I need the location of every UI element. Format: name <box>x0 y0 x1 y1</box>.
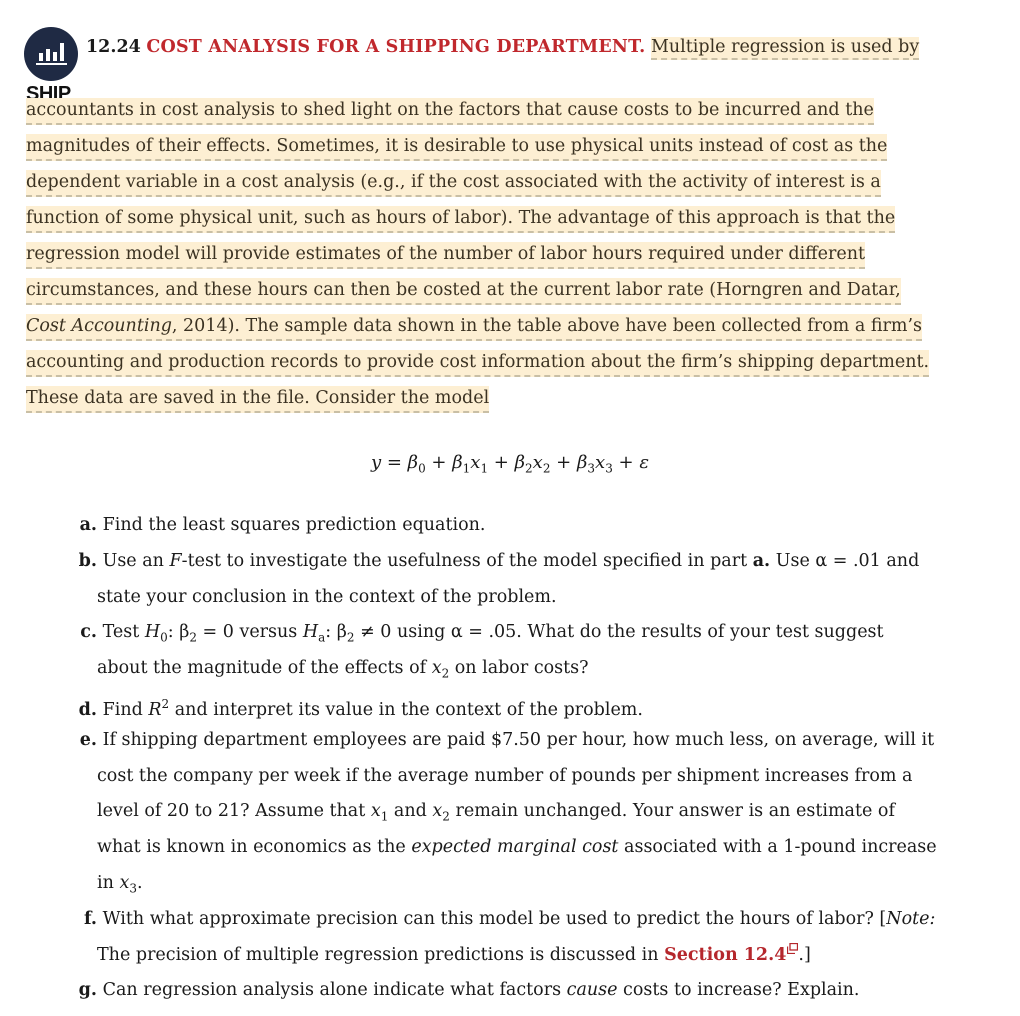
part-letter: f. <box>84 908 97 929</box>
section-link[interactable]: Section 12.4 <box>664 945 786 965</box>
citation-title: Cost Accounting <box>26 316 172 336</box>
part-letter: d. <box>78 699 97 720</box>
part-text: costs to increase? Explain. <box>617 980 860 1001</box>
highlighted-text[interactable]: magnitudes of their effects. Sometimes, … <box>26 134 888 161</box>
part-text: : β <box>325 622 347 643</box>
emphasized-term: cause <box>566 980 618 1001</box>
part-f-continued: The precision of multiple regression pre… <box>74 940 974 976</box>
exercise-page: SHIP 12.24 COST ANALYSIS FOR A SHIPPING … <box>0 0 1020 1016</box>
null-hypothesis: H0 <box>144 622 168 645</box>
part-f: f. With what approximate precision can t… <box>74 904 974 940</box>
part-text: and <box>388 801 433 822</box>
part-text: about the magnitude of the effects of <box>97 658 432 679</box>
highlighted-text[interactable]: function of some physical unit, such as … <box>26 206 896 233</box>
part-letter: a. <box>79 515 97 535</box>
highlighted-text[interactable]: Cost Accounting, 2014). The sample data … <box>26 314 923 341</box>
part-text: The precision of multiple regression pre… <box>97 944 665 965</box>
part-text: what is known in economics as the <box>97 837 412 858</box>
exercise-number: 12.24 <box>86 37 141 57</box>
part-text: ≠ 0 using α = .05. What do the results o… <box>354 622 884 643</box>
highlighted-text[interactable]: accountants in cost analysis to shed lig… <box>26 98 874 125</box>
part-text: With what approximate precision can this… <box>102 908 887 929</box>
part-e-continued: what is known in economics as the expect… <box>74 832 974 868</box>
part-text: F <box>169 550 182 571</box>
part-e-continued: in x3. <box>97 872 143 896</box>
part-text: -test to investigate the usefulness of t… <box>181 550 753 571</box>
intro-paragraph: accountants in cost analysis to shed lig… <box>26 96 986 420</box>
part-c-continued: about the magnitude of the effects of x2… <box>97 658 589 681</box>
part-text: Find <box>102 699 149 720</box>
highlighted-text[interactable]: These data are saved in the file. Consid… <box>26 386 490 413</box>
part-g: g. Can regression analysis alone indicat… <box>74 975 974 1011</box>
highlighted-text[interactable]: accounting and production records to pro… <box>26 350 930 377</box>
part-text: Use an <box>102 550 170 571</box>
highlighted-text[interactable]: dependent variable in a cost analysis (e… <box>26 170 881 197</box>
part-letter: c. <box>80 622 97 643</box>
alt-hypothesis: Ha <box>302 622 326 645</box>
part-a: a. Find the least squares prediction equ… <box>74 510 974 546</box>
part-text: : β <box>167 622 190 643</box>
part-text: and interpret its value in the context o… <box>169 699 643 720</box>
part-text: Use α = .01 and <box>770 550 920 571</box>
part-e: e. If shipping department employees are … <box>74 725 974 761</box>
part-text: Can regression analysis alone indicate w… <box>102 980 567 1001</box>
part-text: cost the company per week if the average… <box>97 765 913 786</box>
part-text: level of 20 to 21? Assume that <box>97 801 371 822</box>
part-letter: b. <box>78 550 97 571</box>
part-text: state your conclusion in the context of … <box>97 586 557 607</box>
part-letter: g. <box>78 980 97 1001</box>
part-text: Find the least squares prediction equati… <box>102 515 486 535</box>
part-e-continued: cost the company per week if the average… <box>74 761 974 797</box>
part-letter: e. <box>79 729 97 750</box>
part-text: remain unchanged. Your answer is an esti… <box>449 801 895 822</box>
part-e-continued: level of 20 to 21? Assume that x1 and x2… <box>97 801 895 824</box>
highlighted-text[interactable]: Multiple regression is used by <box>650 37 920 60</box>
part-text: associated with a 1-pound increase <box>618 837 937 858</box>
part-text: Test <box>102 622 145 643</box>
data-file-badge[interactable]: SHIP <box>24 27 78 106</box>
part-text: on labor costs? <box>449 658 589 679</box>
external-link-icon[interactable] <box>787 942 799 954</box>
part-text: in <box>97 872 120 893</box>
part-d: d. Find R2 and interpret its value in th… <box>74 689 974 725</box>
part-c: c. Test H0: β2 = 0 versus Ha: β2 ≠ 0 usi… <box>74 617 974 653</box>
part-b-continued: state your conclusion in the context of … <box>74 582 974 618</box>
part-text: .] <box>798 944 811 965</box>
bar-chart-icon <box>24 27 78 81</box>
note-label: Note: <box>886 908 936 929</box>
part-b: b. Use an F-test to investigate the usef… <box>74 546 974 582</box>
question-parts: a. Find the least squares prediction equ… <box>74 510 974 1011</box>
part-text: = 0 versus <box>196 622 303 643</box>
highlighted-text[interactable]: circumstances, and these hours can then … <box>26 278 901 305</box>
model-equation: y = β0 + β1x1 + β2x2 + β3x3 + ε <box>370 452 650 476</box>
emphasized-term: expected marginal cost <box>411 837 619 858</box>
exercise-header: 12.24 COST ANALYSIS FOR A SHIPPING DEPAR… <box>86 34 920 60</box>
part-text: If shipping department employees are pai… <box>102 729 935 750</box>
part-reference: a. <box>752 550 771 571</box>
highlighted-text[interactable]: regression model will provide estimates … <box>26 242 865 269</box>
citation-rest: , 2014). The sample data shown in the ta… <box>171 316 923 336</box>
exercise-title: COST ANALYSIS FOR A SHIPPING DEPARTMENT. <box>146 37 646 57</box>
